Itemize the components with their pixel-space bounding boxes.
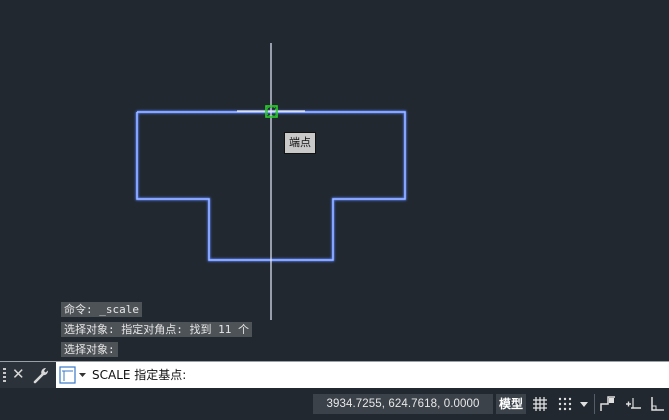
command-line-bar: ✕ SCALE 指定基点:	[0, 361, 669, 388]
drag-handle-icon[interactable]	[3, 368, 6, 382]
coordinate-readout[interactable]: 3934.7255, 624.7618, 0.0000	[313, 394, 493, 414]
dynamic-input-icon[interactable]	[623, 394, 643, 414]
snap-tooltip: 端点	[284, 132, 316, 154]
recent-commands-dropdown[interactable]	[58, 366, 90, 384]
dropdown-arrow-icon[interactable]	[576, 394, 592, 414]
separator	[594, 394, 595, 414]
close-icon[interactable]: ✕	[12, 365, 25, 383]
command-line-controls: ✕	[0, 362, 56, 388]
model-space-button[interactable]: 模型	[496, 394, 526, 414]
customize-wrench-icon[interactable]	[33, 366, 49, 384]
grid-icon[interactable]	[530, 394, 550, 414]
command-history-line: 选择对象:	[61, 342, 118, 357]
command-input[interactable]: SCALE 指定基点:	[92, 366, 186, 384]
command-history-line: 命令: _scale	[61, 302, 142, 317]
snap-grid-icon[interactable]	[555, 394, 575, 414]
command-history-line: 选择对象: 指定对角点: 找到 11 个	[61, 322, 252, 337]
infer-constraints-icon[interactable]	[598, 394, 618, 414]
status-bar: 3934.7255, 624.7618, 0.0000 模型	[0, 388, 669, 420]
ortho-mode-icon[interactable]	[647, 394, 667, 414]
